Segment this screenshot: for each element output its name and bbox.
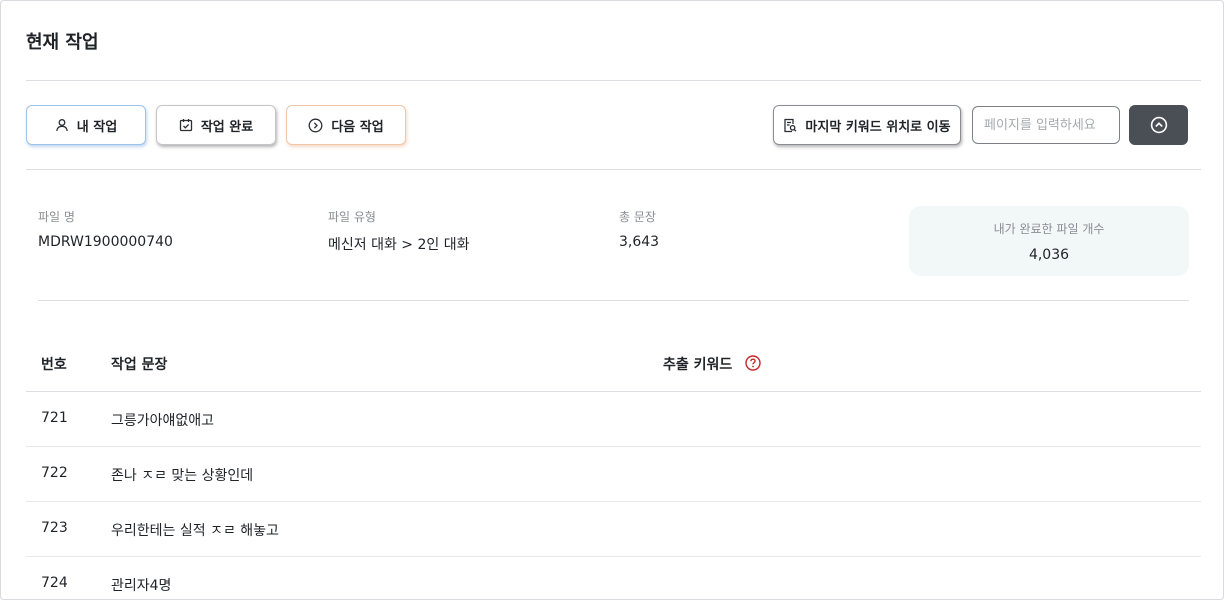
- row-number: 722: [41, 465, 68, 481]
- table-row[interactable]: 723 우리한테는 실적 ㅈㄹ 해놓고: [26, 502, 1201, 557]
- row-number: 724: [41, 575, 68, 591]
- completed-files-card: 내가 완료한 파일 개수 4,036: [909, 206, 1189, 276]
- page-number-input[interactable]: [972, 106, 1120, 144]
- column-header-sentence: 작업 문장: [111, 357, 168, 373]
- complete-work-button[interactable]: 작업 완료: [156, 105, 276, 145]
- next-work-button[interactable]: 다음 작업: [286, 105, 406, 145]
- table-row[interactable]: 722 존나 ㅈㄹ 맞는 상황인데: [26, 447, 1201, 502]
- file-name-value: MDRW1900000740: [38, 234, 173, 250]
- completed-files-value: 4,036: [1028, 246, 1070, 263]
- column-header-number: 번호: [41, 357, 67, 373]
- column-header-keyword: 추출 키워드: [663, 357, 733, 373]
- row-number: 721: [41, 410, 68, 426]
- table-row[interactable]: 724 관리자4명: [26, 557, 1201, 612]
- go-to-last-keyword-label: 마지막 키워드 위치로 이동: [805, 119, 951, 135]
- row-sentence: 존나 ㅈㄹ 맞는 상황인데: [111, 468, 254, 484]
- complete-work-label: 작업 완료: [200, 119, 254, 135]
- question-circle-icon[interactable]: [745, 355, 761, 375]
- document-search-icon: [783, 118, 797, 133]
- go-to-last-keyword-button[interactable]: 마지막 키워드 위치로 이동: [773, 105, 961, 145]
- total-sentences-value: 3,643: [619, 234, 660, 250]
- file-type-value: 메신저 대화 > 2인 대화: [328, 237, 470, 253]
- row-number: 723: [41, 520, 68, 536]
- total-sentences-label: 총 문장: [619, 210, 656, 224]
- row-sentence: 관리자4명: [111, 578, 172, 594]
- my-work-label: 내 작업: [76, 119, 118, 135]
- circle-chevron-up-icon: [1150, 116, 1168, 134]
- table-row[interactable]: 721 그릉가아얘없애고: [26, 392, 1201, 447]
- row-sentence: 우리한테는 실적 ㅈㄹ 해놓고: [111, 523, 279, 539]
- scroll-to-top-button[interactable]: [1129, 105, 1188, 145]
- file-name-label: 파일 명: [38, 210, 75, 224]
- person-icon: [55, 118, 69, 132]
- my-work-button[interactable]: 내 작업: [26, 105, 146, 145]
- toolbar-divider: [26, 169, 1201, 170]
- info-divider: [38, 300, 1189, 301]
- row-sentence: 그릉가아얘없애고: [111, 413, 215, 429]
- calendar-check-icon: [179, 118, 193, 132]
- completed-files-label: 내가 완료한 파일 개수: [993, 221, 1105, 236]
- title-divider: [26, 80, 1201, 81]
- page-title: 현재 작업: [26, 32, 99, 53]
- circle-arrow-right-icon: [308, 118, 323, 133]
- next-work-label: 다음 작업: [331, 119, 384, 135]
- file-type-label: 파일 유형: [328, 210, 376, 224]
